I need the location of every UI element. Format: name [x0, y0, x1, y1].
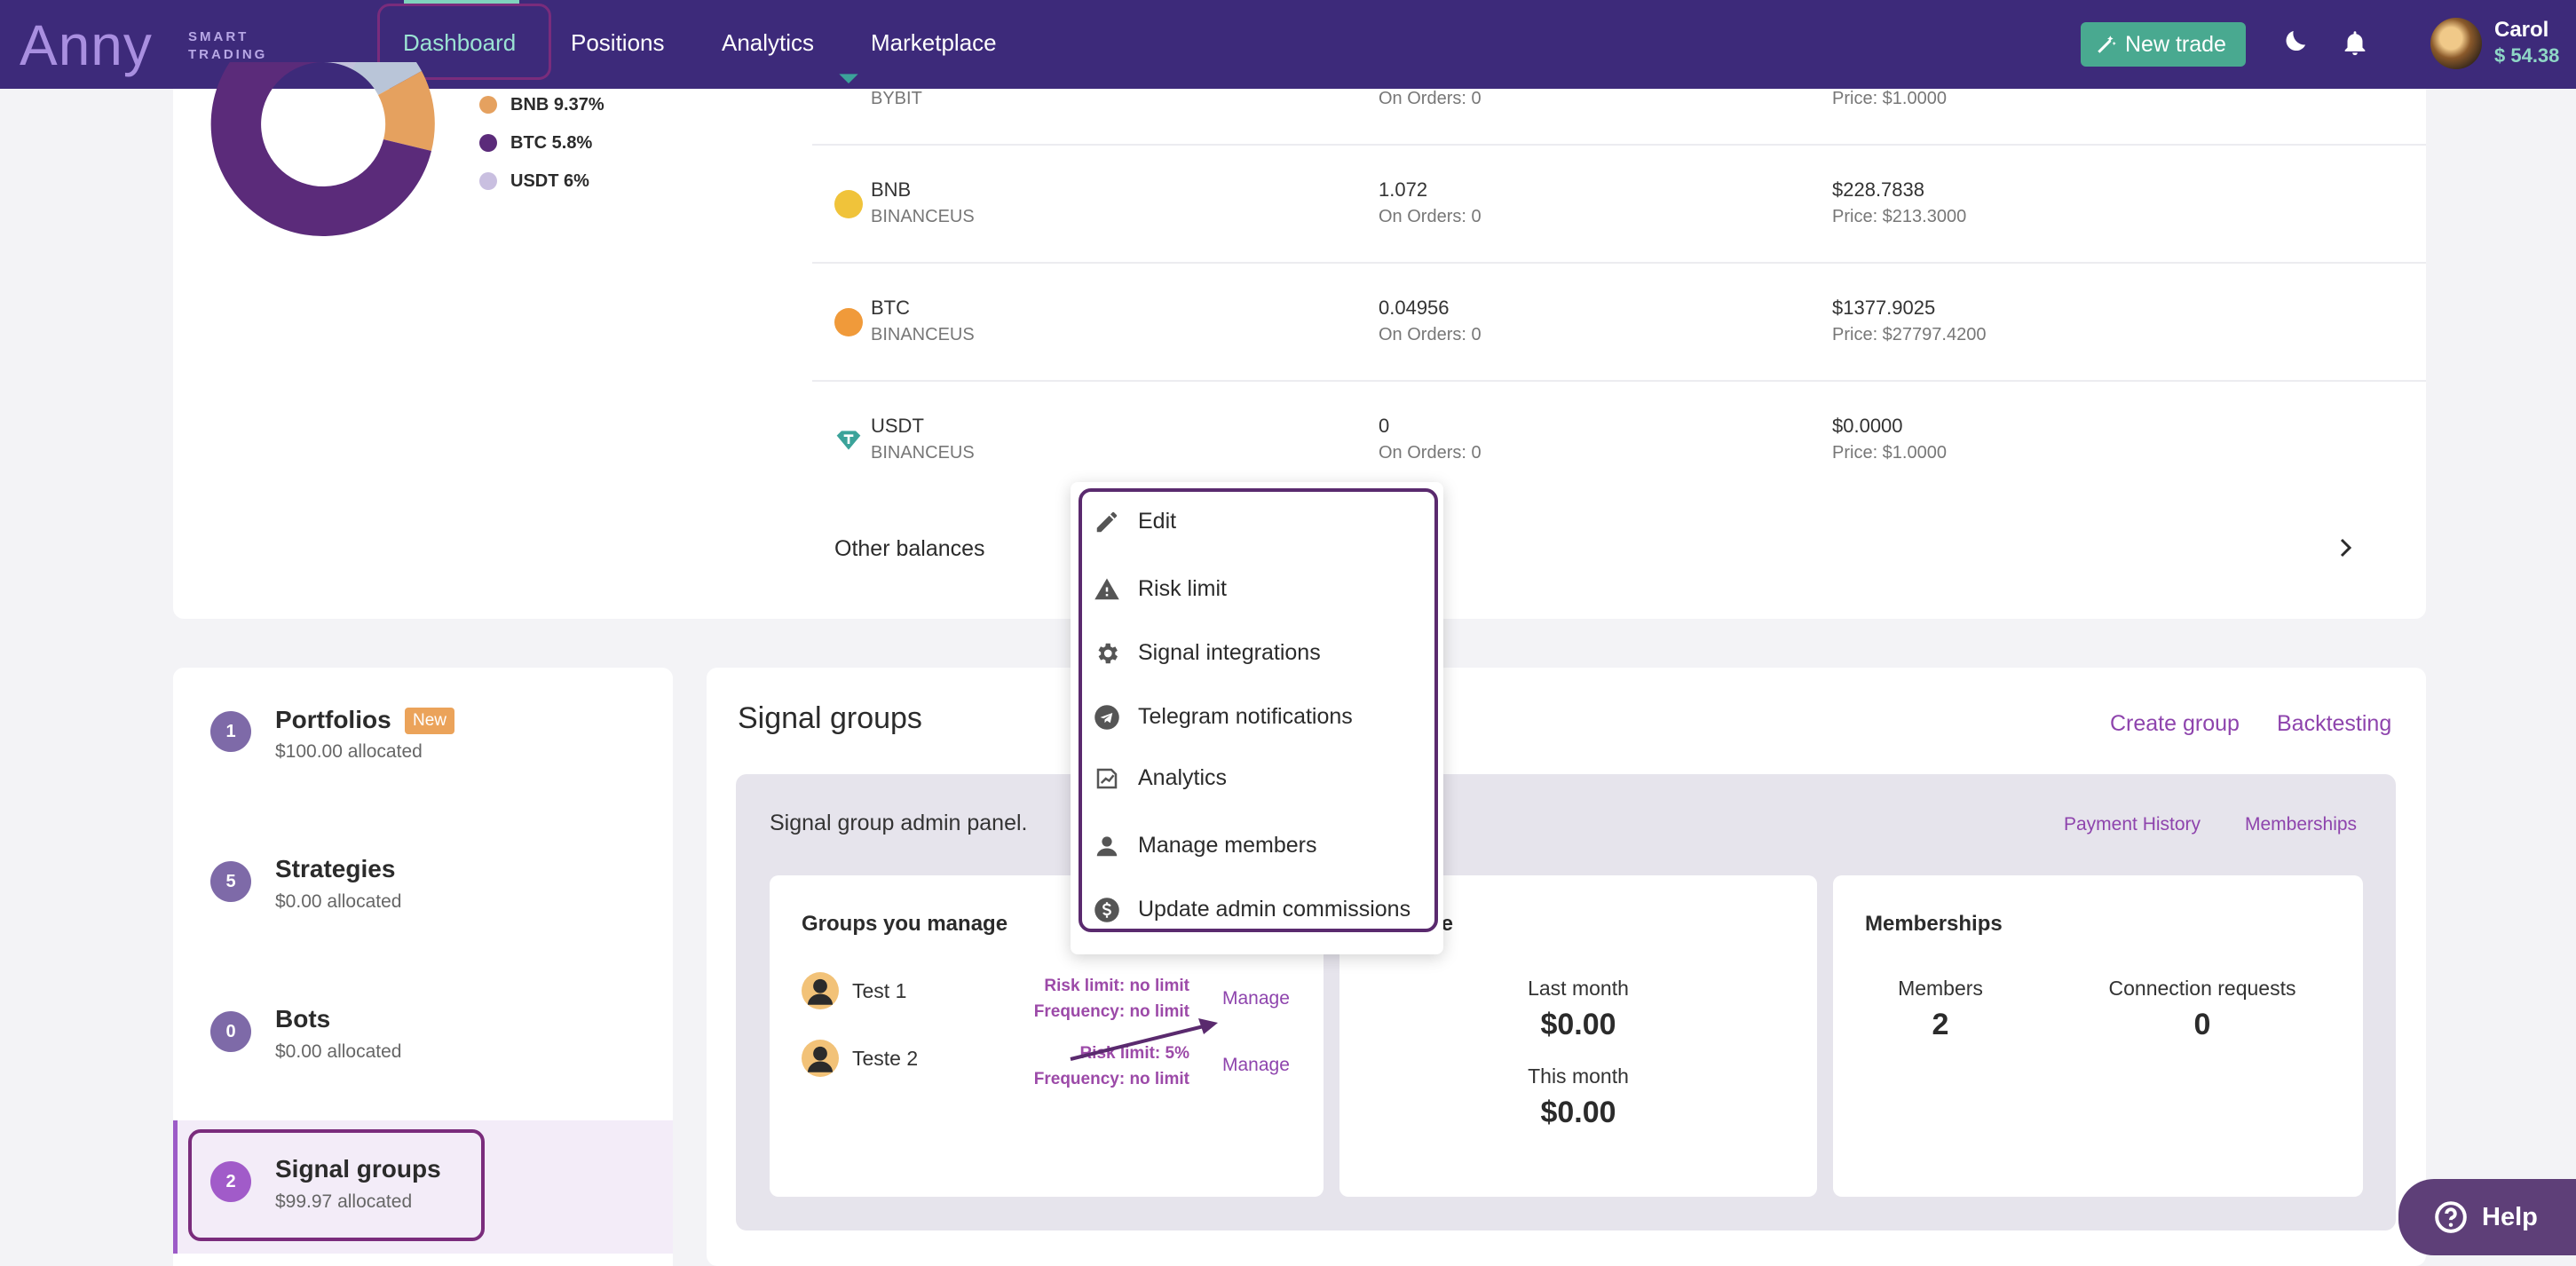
group-risk-limit: Risk limit: no limit	[1044, 977, 1189, 995]
signal-groups-title: Signal groups	[738, 701, 922, 735]
sidebar-item-bots[interactable]: Bots	[275, 1005, 330, 1033]
person-icon	[808, 978, 833, 1005]
portfolios-count-badge: 1	[210, 711, 251, 752]
strategies-count-badge: 5	[210, 861, 251, 902]
new-badge: New	[405, 708, 454, 734]
asset-amount: 0	[1379, 415, 1390, 437]
this-month-value: $0.00	[1540, 1096, 1616, 1129]
bots-allocated: $0.00 allocated	[275, 1041, 402, 1062]
asset-on-orders: On Orders: 0	[1379, 89, 1482, 108]
admin-panel-text: Signal group admin panel.	[770, 811, 1028, 835]
asset-exchange: BINANCEUS	[871, 325, 975, 344]
help-button[interactable]: Help	[2398, 1179, 2576, 1255]
group-avatar	[802, 1040, 839, 1077]
group-frequency: Frequency: no limit	[1033, 1070, 1189, 1088]
connection-requests-value: 0	[2193, 1008, 2211, 1041]
user-name[interactable]: Carol	[2494, 18, 2548, 43]
asset-on-orders: On Orders: 0	[1379, 207, 1482, 226]
bell-icon[interactable]	[2340, 27, 2370, 59]
asset-on-orders: On Orders: 0	[1379, 325, 1482, 344]
row-divider	[812, 380, 2426, 382]
asset-on-orders: On Orders: 0	[1379, 443, 1482, 463]
usdt-coin-icon	[836, 431, 861, 450]
sidebar-active-highlight	[188, 1129, 485, 1241]
row-divider	[812, 144, 2426, 146]
bots-count-badge: 0	[210, 1011, 251, 1052]
memberships-link[interactable]: Memberships	[2245, 814, 2357, 835]
portfolios-allocated: $100.00 allocated	[275, 741, 423, 762]
last-month-value: $0.00	[1540, 1008, 1616, 1041]
allocation-donut-chart	[210, 62, 435, 236]
legend-usdt-dot	[479, 172, 497, 190]
groups-you-manage-title: Groups you manage	[802, 912, 1008, 936]
asset-name: USDT	[871, 415, 924, 437]
connection-requests-label: Connection requests	[2108, 977, 2296, 1000]
bybit-usdt-coin-icon	[839, 74, 858, 83]
legend-bnb-dot	[479, 96, 497, 114]
this-month-label: This month	[1528, 1064, 1629, 1088]
asset-name: BTC	[871, 297, 910, 319]
logo-word: Anny	[20, 13, 153, 77]
legend-usdt: USDT 6%	[510, 171, 589, 191]
moon-icon[interactable]	[2278, 28, 2308, 59]
help-label: Help	[2482, 1203, 2538, 1231]
chevron-right-icon[interactable]	[2335, 534, 2356, 561]
sidebar-item-strategies[interactable]: Strategies	[275, 855, 395, 883]
members-value: 2	[1932, 1008, 1949, 1041]
nav-marketplace[interactable]: Marketplace	[871, 0, 997, 89]
payment-history-link[interactable]: Payment History	[2064, 814, 2201, 835]
magic-wand-icon	[2098, 36, 2116, 53]
group-name[interactable]: Test 1	[852, 979, 906, 1003]
user-balance: $ 54.38	[2494, 44, 2560, 67]
asset-value: $0.0000	[1832, 415, 1903, 437]
btc-coin-icon	[834, 308, 863, 336]
bnb-coin-icon	[834, 190, 863, 218]
members-label: Members	[1898, 977, 1983, 1000]
nav-positions[interactable]: Positions	[571, 0, 665, 89]
new-trade-button[interactable]: New trade	[2081, 22, 2246, 67]
other-balances-row[interactable]: Other balances	[834, 536, 985, 562]
legend-btc: BTC 5.8%	[510, 133, 593, 153]
user-avatar[interactable]	[2430, 18, 2482, 69]
nav-analytics[interactable]: Analytics	[722, 0, 814, 89]
asset-price: Price: $27797.4200	[1832, 325, 1987, 344]
asset-price: Price: $213.3000	[1832, 207, 1967, 226]
legend-bnb: BNB 9.37%	[510, 95, 604, 115]
last-month-label: Last month	[1528, 977, 1629, 1000]
asset-exchange: BINANCEUS	[871, 207, 975, 226]
legend-btc-dot	[479, 134, 497, 152]
annotation-arrow	[1070, 1018, 1218, 1061]
asset-exchange: BINANCEUS	[871, 443, 975, 463]
sidebar-item-portfolios[interactable]: Portfolios	[275, 706, 391, 734]
manage-group-button[interactable]: Manage	[1222, 988, 1290, 1009]
person-icon	[808, 1046, 833, 1072]
asset-amount: 1.072	[1379, 178, 1428, 201]
menu-highlight-outline	[1079, 488, 1438, 932]
strategies-allocated: $0.00 allocated	[275, 891, 402, 912]
asset-price: Price: $1.0000	[1832, 89, 1947, 108]
group-name[interactable]: Teste 2	[852, 1047, 918, 1071]
asset-exchange: BYBIT	[871, 89, 922, 108]
asset-value: $228.7838	[1832, 178, 1924, 201]
memberships-title: Memberships	[1865, 912, 2003, 936]
backtesting-link[interactable]: Backtesting	[2277, 711, 2391, 737]
group-avatar	[802, 972, 839, 1009]
row-divider	[812, 262, 2426, 264]
manage-group-button[interactable]: Manage	[1222, 1055, 1290, 1076]
asset-name: BNB	[871, 178, 912, 201]
asset-amount: 0.04956	[1379, 297, 1450, 319]
asset-price: Price: $1.0000	[1832, 443, 1947, 463]
new-trade-label: New trade	[2125, 32, 2226, 57]
create-group-link[interactable]: Create group	[2110, 711, 2240, 737]
logo-subtitle: SMART TRADING	[188, 29, 268, 62]
help-circle-icon	[2435, 1201, 2467, 1233]
asset-value: $1377.9025	[1832, 297, 1936, 319]
